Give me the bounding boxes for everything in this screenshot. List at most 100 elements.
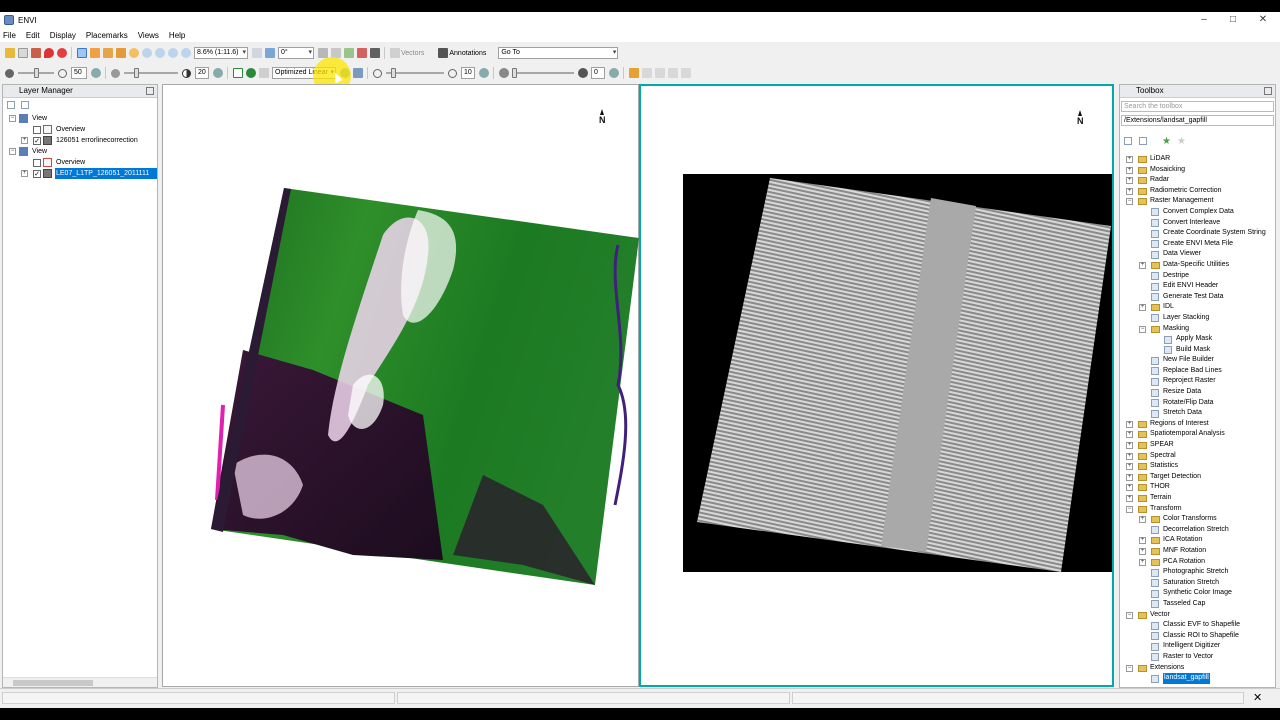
sharpen-slider[interactable]	[386, 67, 444, 79]
toolbox-folder[interactable]: + Data-Specific Utilities	[1120, 260, 1275, 271]
stretch-settings-icon[interactable]	[352, 68, 363, 78]
expand-toggle[interactable]: +	[1139, 516, 1146, 524]
toolbox-folder[interactable]: + Target Detection	[1120, 472, 1275, 483]
blend-icon[interactable]	[641, 68, 652, 78]
contrast-thumb[interactable]	[133, 68, 139, 78]
expand-toggle[interactable]: +	[1126, 495, 1133, 502]
menu-placemarks[interactable]: Placemarks	[86, 31, 128, 40]
toolbox-folder[interactable]: + Mosaicking	[1120, 165, 1275, 176]
menu-file[interactable]: File	[3, 31, 16, 40]
pin-icon[interactable]	[146, 87, 154, 95]
collapse-all-icon[interactable]	[1124, 137, 1132, 145]
toolbox-tool[interactable]: Create Coordinate System String	[1120, 228, 1275, 239]
chip-view-icon[interactable]	[356, 48, 367, 58]
toolbox-tool[interactable]: Classic ROI to Shapefile	[1120, 631, 1275, 642]
toolbox-folder[interactable]: + SPEAR	[1120, 440, 1275, 451]
toolbox-tool[interactable]: Resize Data	[1120, 387, 1275, 398]
menu-help[interactable]: Help	[169, 31, 185, 40]
collapse-toggle[interactable]: −	[1126, 611, 1133, 619]
minimize-button[interactable]: –	[1189, 12, 1219, 28]
overview-checkbox[interactable]	[33, 158, 41, 167]
toolbox-folder[interactable]: + Spatiotemporal Analysis	[1120, 429, 1275, 440]
toolbox-tool[interactable]: Decorrelation Stretch	[1120, 525, 1275, 536]
overview-checkbox[interactable]	[33, 125, 41, 134]
toolbox-folder[interactable]: + Color Transforms	[1120, 514, 1275, 525]
toolbox-tool[interactable]: Data Viewer	[1120, 249, 1275, 260]
vectors-menu[interactable]: Vectors	[401, 50, 424, 57]
swipe-icon[interactable]	[667, 68, 678, 78]
collapse-toggle[interactable]: −	[1139, 325, 1146, 333]
cancel-process-icon[interactable]: ✕	[1253, 691, 1262, 704]
toolbox-tool[interactable]: Create ENVI Meta File	[1120, 239, 1275, 250]
transparency-slider[interactable]	[512, 67, 574, 79]
remove-favorite-icon[interactable]: ★	[1177, 136, 1186, 147]
toolbox-tool[interactable]: landsat_gapfill	[1120, 673, 1275, 684]
expand-toggle[interactable]: +	[1126, 431, 1133, 439]
rotation-select[interactable]: 0°	[278, 47, 314, 59]
transparency-value[interactable]: 0	[591, 67, 605, 79]
expand-toggle[interactable]: +	[1139, 558, 1146, 566]
add-favorite-icon[interactable]: ★	[1162, 136, 1171, 147]
collapse-toggle[interactable]: −	[1126, 198, 1133, 206]
collapse-toggle[interactable]: −	[1126, 664, 1133, 672]
toolbox-tool[interactable]: Layer Stacking	[1120, 313, 1275, 324]
transparency-thumb[interactable]	[512, 68, 517, 78]
layer-tree-view[interactable]: − View	[3, 113, 157, 124]
toolbox-folder[interactable]: − Vector	[1120, 610, 1275, 621]
menu-views[interactable]: Views	[138, 31, 159, 40]
fly-tool-icon[interactable]	[102, 48, 113, 58]
toolbox-tool[interactable]: Apply Mask	[1120, 334, 1275, 345]
toolbox-folder[interactable]: − Transform	[1120, 504, 1275, 515]
toolbox-folder[interactable]: − Raster Management	[1120, 196, 1275, 207]
toolbox-tool[interactable]: Convert Interleave	[1120, 218, 1275, 229]
layer-tree-raster[interactable]: + ✓ 126051 errorlinecorrection	[3, 135, 157, 146]
maximize-button[interactable]: □	[1218, 12, 1248, 28]
menu-edit[interactable]: Edit	[26, 31, 40, 40]
flicker-icon[interactable]	[654, 68, 665, 78]
toolbox-folder[interactable]: + Terrain	[1120, 493, 1275, 504]
toolbox-folder[interactable]: + MNF Rotation	[1120, 546, 1275, 557]
toolbox-folder[interactable]: + Statistics	[1120, 461, 1275, 472]
pan-tool-icon[interactable]	[89, 48, 100, 58]
expand-toggle[interactable]: +	[1126, 156, 1133, 163]
expand-toggle[interactable]: +	[1126, 452, 1133, 460]
expand-toggle[interactable]: +	[1126, 420, 1133, 428]
toolbox-tool[interactable]: Classic EVF to Shapefile	[1120, 620, 1275, 631]
toolbox-tool[interactable]: Destripe	[1120, 271, 1275, 282]
menu-display[interactable]: Display	[50, 31, 76, 40]
expand-toggle[interactable]: +	[21, 170, 28, 177]
open-file-icon[interactable]	[4, 48, 15, 58]
expand-toggle[interactable]: +	[1139, 547, 1146, 555]
expand-toggle[interactable]: +	[1126, 177, 1133, 185]
expand-toggle[interactable]: +	[1126, 442, 1133, 450]
expand-all-icon[interactable]	[21, 101, 29, 109]
crosshairs-icon[interactable]	[56, 48, 67, 58]
zoom-select[interactable]: 8.6% (1:11.6)	[194, 47, 248, 59]
image-view-left[interactable]: N	[162, 84, 639, 687]
close-button[interactable]: ✕	[1248, 12, 1278, 28]
rotate-tool-icon[interactable]	[115, 48, 126, 58]
export-icon[interactable]	[369, 48, 380, 58]
remove-layers-icon[interactable]	[30, 48, 41, 58]
toolbox-folder[interactable]: + Radiometric Correction	[1120, 186, 1275, 197]
toolbox-folder[interactable]: + IDL	[1120, 302, 1275, 313]
stretch-full-icon[interactable]	[245, 68, 256, 78]
rotate-right-icon[interactable]	[264, 48, 275, 58]
toolbox-folder[interactable]: + ICA Rotation	[1120, 535, 1275, 546]
toolbox-path-field[interactable]: /Extensions/landsat_gapfill	[1121, 115, 1274, 126]
toolbox-tool[interactable]: Raster to Vector	[1120, 652, 1275, 663]
reset-contrast-icon[interactable]	[212, 68, 223, 78]
toolbox-tool[interactable]: Generate Test Data	[1120, 292, 1275, 303]
zoom-in-icon[interactable]	[154, 48, 165, 58]
toolbox-folder[interactable]: + PCA Rotation	[1120, 557, 1275, 568]
reset-brightness-icon[interactable]	[90, 68, 101, 78]
layer-tree-overview[interactable]: Overview	[3, 157, 157, 168]
toolbox-tool[interactable]: Stretch Data	[1120, 408, 1275, 419]
layer-tree-view[interactable]: − View	[3, 146, 157, 157]
stretch-roi-icon[interactable]	[232, 68, 243, 78]
expand-toggle[interactable]: +	[1126, 473, 1133, 481]
collapse-toggle[interactable]: −	[1126, 505, 1133, 513]
sharpen-thumb[interactable]	[391, 68, 397, 78]
zoom-full-icon[interactable]	[180, 48, 191, 58]
horizontal-scrollbar[interactable]	[3, 677, 157, 687]
